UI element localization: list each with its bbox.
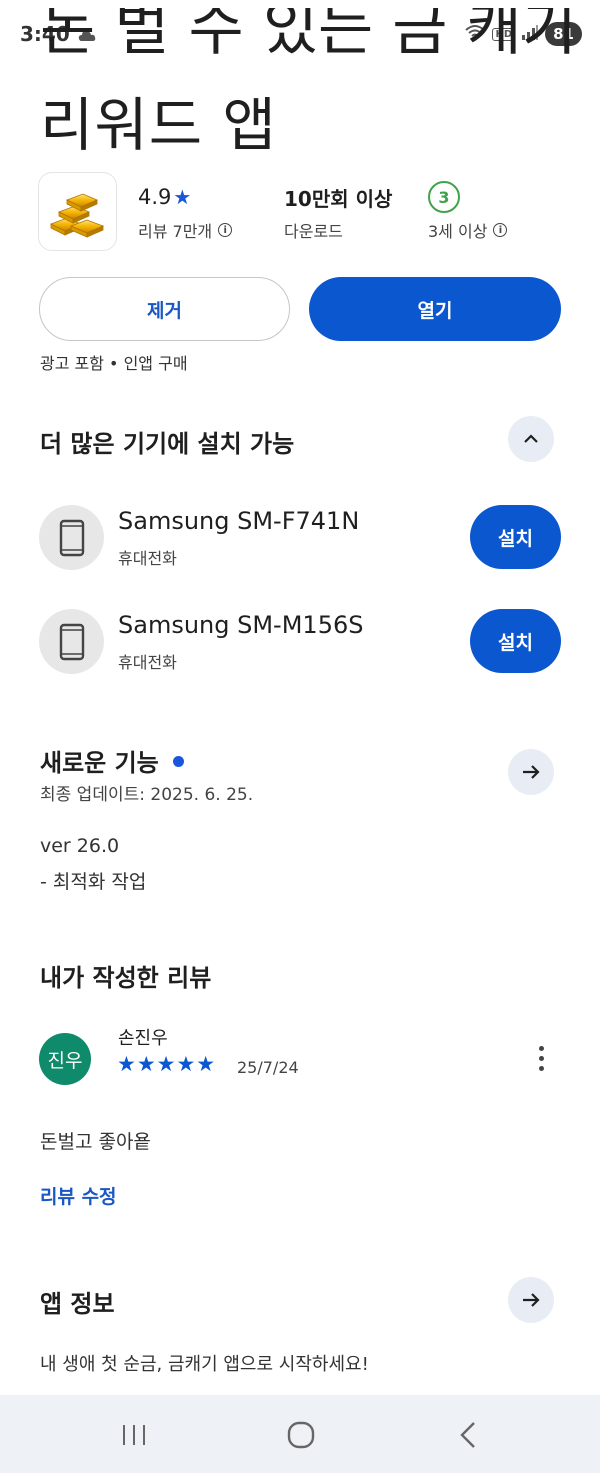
downloads-stat: 10만회 이상 다운로드 <box>284 182 392 242</box>
arrow-right-icon <box>523 765 540 779</box>
back-icon[interactable] <box>448 1415 488 1455</box>
downloads-label: 다운로드 <box>284 222 343 241</box>
app-title: 리워드 앱 <box>40 91 277 159</box>
app-info-title: 앱 정보 <box>40 1290 115 1318</box>
collapse-button[interactable] <box>508 416 554 462</box>
app-title-partial: 돈 벌 수 있는 금 캐기 앱 <box>40 8 577 64</box>
chevron-up-icon <box>524 434 538 443</box>
downloads-value: 10만회 이상 <box>284 186 393 211</box>
reviewer-name: 손진우 <box>118 1028 168 1049</box>
whats-new-arrow-button[interactable] <box>508 749 554 795</box>
last-updated: 최종 업데이트: 2025. 6. 25. <box>40 785 254 805</box>
whats-new-title: 새로운 기능 <box>40 743 184 778</box>
info-icon: i <box>218 223 233 237</box>
star-icon: ★ <box>173 185 192 209</box>
open-button[interactable]: 열기 <box>309 277 561 341</box>
device-type: 휴대전화 <box>118 549 177 568</box>
release-notes: - 최적화 작업 <box>40 871 147 893</box>
age-rating-label: 3세 이상 <box>428 222 488 241</box>
age-rating-stat[interactable]: 3 3세 이상 i <box>428 181 508 242</box>
more-options-icon[interactable] <box>527 1040 555 1076</box>
edit-review-link[interactable]: 리뷰 수정 <box>40 1182 117 1209</box>
device-row: Samsung SM-M156S 휴대전화 설치 <box>39 609 561 675</box>
app-description: 내 생애 첫 순금, 금캐기 앱으로 시작하세요! <box>40 1354 369 1375</box>
avatar: 진우 <box>39 1033 91 1085</box>
device-name: Samsung SM-F741N <box>118 507 360 535</box>
rating-stat[interactable]: 4.9 ★ 리뷰 7만개 i <box>138 182 233 242</box>
app-info-arrow-button[interactable] <box>508 1277 554 1323</box>
navigation-bar <box>0 1395 600 1473</box>
ad-info: 광고 포함 • 인앱 구매 <box>40 354 188 373</box>
reviews-count: 리뷰 7만개 <box>138 222 213 241</box>
review-date: 25/7/24 <box>237 1058 299 1077</box>
remove-button[interactable]: 제거 <box>39 277 290 341</box>
home-icon[interactable] <box>281 1415 321 1455</box>
device-row: Samsung SM-F741N 휴대전화 설치 <box>39 505 561 571</box>
app-icon <box>38 172 117 251</box>
devices-section-title: 더 많은 기기에 설치 가능 <box>40 430 295 458</box>
info-icon: i <box>493 223 508 237</box>
device-name: Samsung SM-M156S <box>118 611 364 639</box>
recent-apps-icon[interactable] <box>114 1415 154 1455</box>
device-type: 휴대전화 <box>118 653 177 672</box>
version-text: ver 26.0 <box>40 835 120 857</box>
age-rating-icon: 3 <box>428 181 460 213</box>
review-text: 돈벌고 좋아욭 <box>40 1131 151 1153</box>
install-button[interactable]: 설치 <box>470 609 561 673</box>
rating-value: 4.9 <box>138 185 172 209</box>
review-stars: ★★★★★ <box>117 1052 217 1076</box>
phone-icon <box>39 505 104 570</box>
phone-icon <box>39 609 104 674</box>
arrow-right-icon <box>523 1293 540 1307</box>
install-button[interactable]: 설치 <box>470 505 561 569</box>
my-review-title: 내가 작성한 리뷰 <box>40 964 212 992</box>
gold-bars-icon <box>49 193 104 238</box>
new-indicator-dot <box>172 755 184 767</box>
